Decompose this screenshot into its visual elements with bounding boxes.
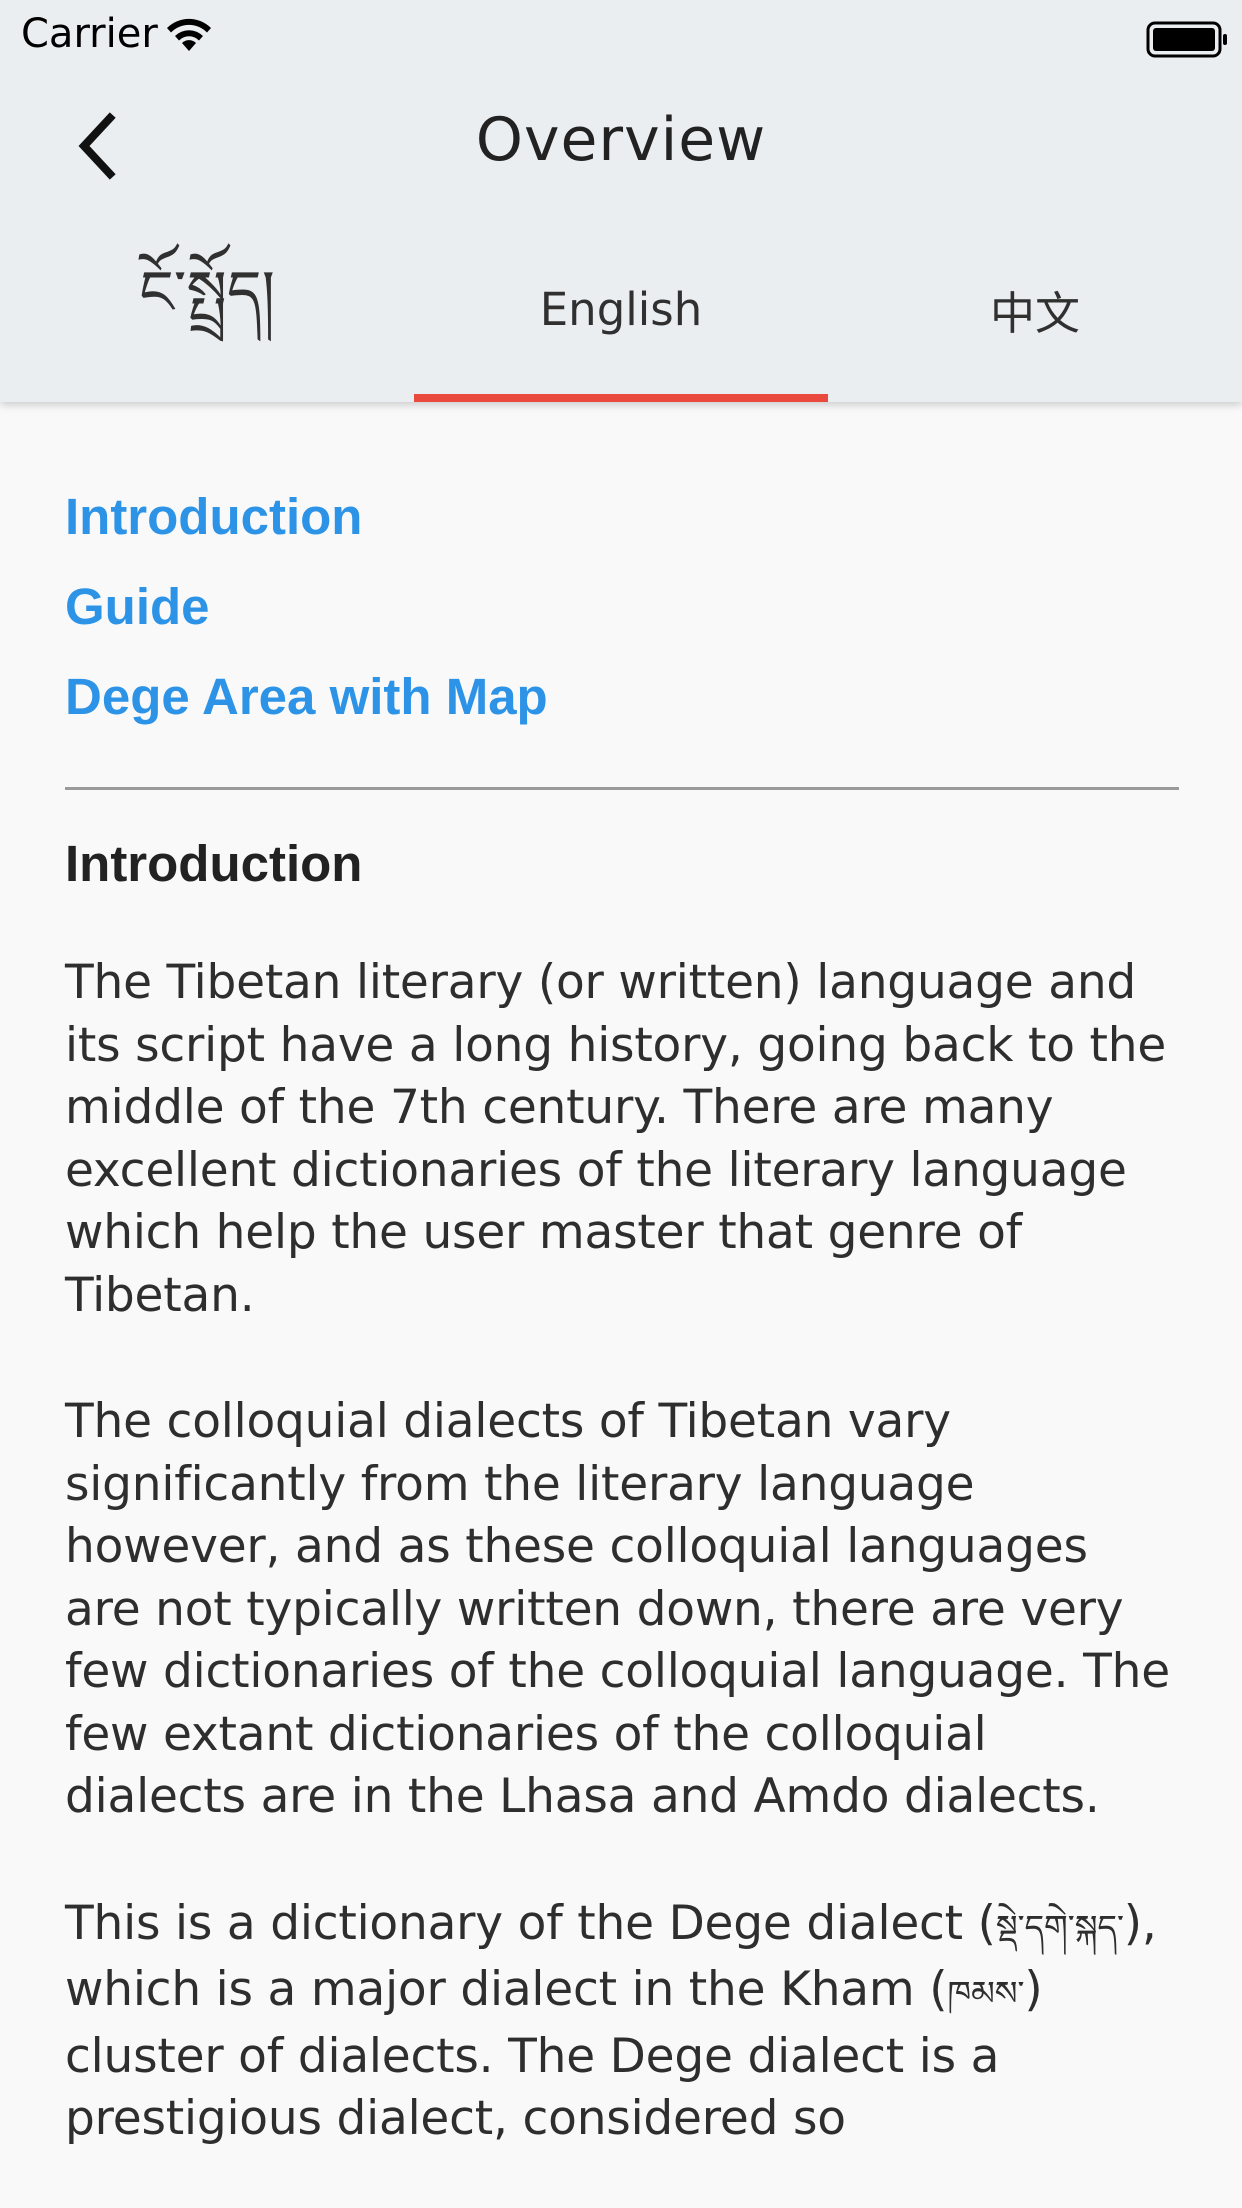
wifi-icon [167, 18, 211, 51]
tibetan-term: ཁམས་ [947, 1974, 1025, 2014]
navigation-bar: Overview [0, 66, 1242, 226]
paragraph: This is a dictionary of the Dege dialect… [65, 1893, 1177, 2151]
paragraph: The colloquial dialects of Tibetan vary … [65, 1394, 1170, 1824]
toc-link-guide[interactable]: Guide [65, 562, 1177, 652]
battery-icon [1146, 21, 1227, 58]
language-tab-bar: ངོ་སྤྲོད། English 中文 [0, 246, 1242, 402]
toc-link-dege-area-map[interactable]: Dege Area with Map [65, 652, 1177, 742]
paragraph-text: This is a dictionary of the Dege dialect… [65, 1895, 996, 1951]
page-title: Overview [475, 105, 767, 175]
carrier-label: Carrier [21, 11, 158, 57]
section-heading: Introduction [65, 835, 363, 892]
app-header: Carrier Overview ངོ་སྤྲོད། English 中文 [0, 0, 1242, 402]
table-of-contents: Introduction Guide Dege Area with Map [65, 472, 1177, 742]
app-screen: Carrier Overview ངོ་སྤྲོད། English 中文 In… [0, 0, 1242, 2208]
paragraph: The Tibetan literary (or written) langua… [65, 955, 1167, 1323]
tab-tibetan[interactable]: ངོ་སྤྲོད། [0, 246, 414, 402]
divider [65, 787, 1179, 790]
tab-english[interactable]: English [414, 246, 828, 402]
active-tab-indicator [414, 394, 828, 402]
status-bar: Carrier [0, 0, 1242, 66]
tibetan-term: སྡེ་དགེ་སྐད་ [995, 1907, 1124, 1948]
toc-link-introduction[interactable]: Introduction [65, 472, 1177, 562]
overview-content: Introduction Guide Dege Area with Map In… [65, 402, 1179, 2151]
tab-chinese[interactable]: 中文 [828, 246, 1242, 402]
